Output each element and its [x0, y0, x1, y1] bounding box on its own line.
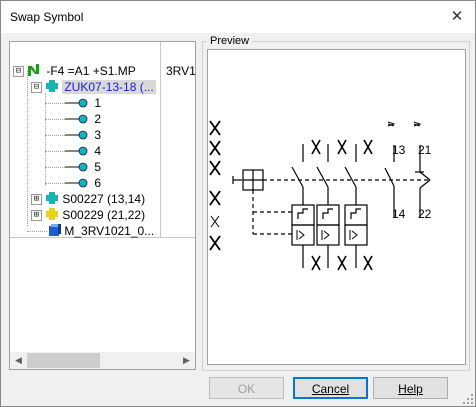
expand-icon[interactable]: ⊞: [31, 210, 42, 221]
tree-node-s00229[interactable]: S00229 (21,22): [45, 207, 145, 223]
tree-node-label: S00227 (13,14): [62, 192, 146, 206]
title-bar: Swap Symbol ✕: [1, 1, 475, 33]
cancel-button[interactable]: Cancel: [293, 377, 368, 399]
column-separator: [160, 42, 161, 238]
cancel-button-label: Cancel: [311, 382, 350, 396]
tree-node-label: 2: [94, 112, 102, 126]
tree-node-connection-3[interactable]: 3: [65, 127, 101, 143]
scroll-left-icon[interactable]: ◀: [10, 352, 27, 369]
expand-icon[interactable]: ⊞: [31, 194, 42, 205]
tree-node-connection-2[interactable]: 2: [65, 111, 101, 127]
tree-node-part[interactable]: M_3RV1021_0...: [47, 223, 154, 239]
tree-node-label: M_3RV1021_0...: [64, 224, 155, 238]
tree-node-connection-1[interactable]: 1: [65, 95, 101, 111]
resize-grip-icon[interactable]: [463, 394, 473, 404]
tree-node-label: S00229 (21,22): [62, 208, 146, 222]
connection-point-icon: [65, 114, 88, 124]
tree-node-label: 6: [94, 176, 102, 190]
preview-label: Preview: [207, 35, 253, 47]
tree-node-connection-6[interactable]: 6: [65, 175, 101, 191]
tree-node-connection-4[interactable]: 4: [65, 143, 101, 159]
tree-node-label: -F4 =A1 +S1.MP: [46, 64, 136, 78]
symbol-tree[interactable]: 3RV1 ⊟ -F4 =A1 +S1.MP ⊟ ZUK07-13-18 (...: [9, 41, 196, 370]
horizontal-scrollbar[interactable]: ◀ ▶: [10, 352, 195, 369]
tree-node-label: 5: [94, 160, 102, 174]
tree-node-label-selected: ZUK07-13-18 (...: [62, 80, 156, 94]
tree-node-label: 4: [94, 144, 102, 158]
swap-symbol-dialog: Swap Symbol ✕ 3RV1 ⊟ -F4 =A1 +S1.MP ⊟ ZU…: [0, 0, 476, 407]
connection-point-icon: [65, 98, 88, 108]
tree-node-label: 1: [94, 96, 102, 110]
dialog-title: Swap Symbol: [10, 10, 84, 24]
connection-point-icon: [65, 146, 88, 156]
help-button[interactable]: Help: [373, 377, 448, 399]
contact-block-icon: [46, 80, 58, 92]
tree-node-device[interactable]: -F4 =A1 +S1.MP: [27, 63, 136, 79]
close-icon[interactable]: ✕: [445, 6, 469, 28]
contact-block-yellow-icon: [46, 208, 58, 220]
part-icon: [49, 224, 61, 236]
tree-node-contact-block[interactable]: ZUK07-13-18 (...: [45, 79, 156, 95]
preview-pane: 13 14 21 22: [207, 49, 466, 365]
contact-label-21: 21: [418, 143, 432, 157]
collapse-icon[interactable]: ⊟: [13, 66, 24, 77]
help-button-label: Help: [398, 382, 423, 396]
contact-label-14: 14: [392, 207, 406, 221]
tree-node-connection-5[interactable]: 5: [65, 159, 101, 175]
tree-node-s00227[interactable]: S00227 (13,14): [45, 191, 145, 207]
contact-label-22: 22: [418, 207, 432, 221]
collapse-icon[interactable]: ⊟: [31, 82, 42, 93]
connection-point-icon: [65, 162, 88, 172]
connection-point-icon: [65, 130, 88, 140]
ok-button[interactable]: OK: [209, 377, 284, 399]
contact-block-icon: [46, 192, 58, 204]
column2-value: 3RV1: [166, 64, 196, 78]
connection-point-icon: [65, 178, 88, 188]
scroll-right-icon[interactable]: ▶: [178, 352, 195, 369]
schematic-preview: 13 14 21 22: [209, 120, 432, 271]
contact-label-13: 13: [392, 143, 406, 157]
scrollbar-thumb[interactable]: [27, 353, 100, 368]
device-icon: [28, 64, 39, 76]
tree-node-label: 3: [94, 128, 102, 142]
